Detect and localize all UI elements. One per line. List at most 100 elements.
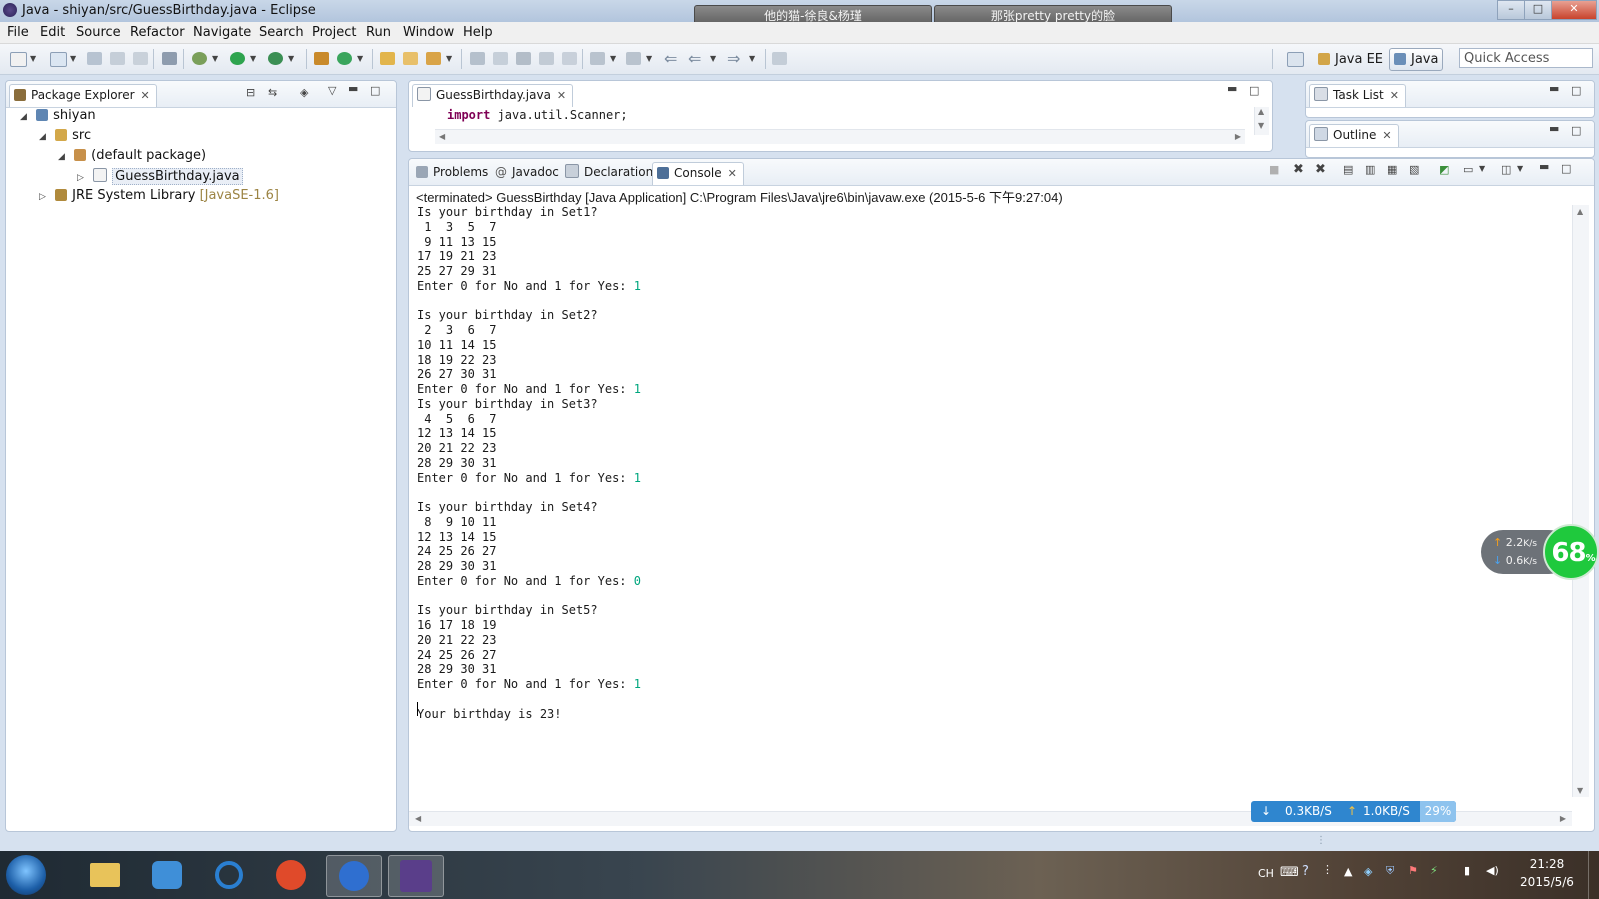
tab-package-explorer[interactable]: Package Explorer ✕ [9,84,157,107]
menu-run[interactable]: Run [366,25,391,40]
new-class-icon[interactable] [337,52,352,65]
volume-icon[interactable]: ◀) [1486,864,1499,877]
chevron-down-icon[interactable]: ▼ [446,54,452,63]
menu-file[interactable]: File [7,25,29,40]
taskbar-sogou[interactable] [326,855,382,897]
mark-occurrences-icon[interactable] [516,52,531,65]
flag-icon[interactable]: ⚑ [1408,864,1418,877]
chevron-down-icon[interactable]: ▼ [212,54,218,63]
tree-item-src[interactable]: ◢ src [39,128,91,143]
forward-icon[interactable]: ⇒ [727,49,740,68]
save-icon[interactable] [87,52,102,65]
clock-date[interactable]: 2015/5/6 [1512,875,1582,889]
chevron-down-icon[interactable]: ▼ [30,54,36,63]
console-output[interactable]: Is your birthday in Set1? 1 3 5 7 9 11 1… [417,205,641,721]
show-on-stdout-icon[interactable]: ▦ [1387,163,1397,176]
display-console-icon[interactable]: ▭ [1463,163,1473,176]
menu-help[interactable]: Help [463,25,493,40]
taskbar-explorer[interactable] [78,855,132,895]
scroll-right-icon[interactable]: ▶ [1560,814,1566,823]
tab-declaration[interactable]: Declaration [561,162,659,184]
tab-task-list[interactable]: Task List ✕ [1309,84,1406,107]
chevron-down-icon[interactable]: ▼ [1517,164,1523,173]
chevron-down-icon[interactable]: ▼ [710,54,716,63]
minimize-view-icon[interactable]: ▬ [1549,122,1559,135]
new-icon[interactable] [10,52,27,67]
console-vscrollbar[interactable]: ▲ ▼ [1572,205,1589,797]
terminate-icon[interactable]: ■ [1269,163,1279,176]
taskbar-java-ee-ide[interactable] [388,855,444,897]
editor-vscrollbar[interactable]: ▲ ▼ [1254,107,1269,135]
minimize-button[interactable]: – [1497,0,1525,20]
chevron-down-icon[interactable]: ▼ [646,54,652,63]
remove-all-terminated-icon[interactable]: ✖ [1315,162,1326,177]
help-icon[interactable]: ? [1302,864,1309,879]
tab-editor-guessbirthday[interactable]: GuessBirthday.java ✕ [412,84,574,107]
scroll-up-icon[interactable]: ▲ [1577,207,1583,216]
maximize-button[interactable]: □ [1524,0,1552,20]
scroll-left-icon[interactable]: ◀ [415,814,421,823]
debug-icon[interactable] [192,52,207,65]
start-button[interactable] [6,855,46,895]
chevron-down-icon[interactable]: ▼ [70,54,76,63]
keyboard-icon[interactable]: ⌨ [1280,865,1299,880]
close-icon[interactable]: ✕ [1382,129,1391,142]
close-icon[interactable]: ✕ [728,167,737,180]
open-type-icon[interactable] [380,52,395,65]
tree-item-jre-library[interactable]: ▷ JRE System Library [JavaSE-1.6] [39,188,279,203]
input-method-indicator[interactable]: CH [1258,867,1274,880]
security-shield-icon[interactable]: ⛨ [1386,864,1394,878]
tab-problems[interactable]: Problems [412,162,494,184]
menu-refactor[interactable]: Refactor [130,25,185,40]
chevron-down-icon[interactable]: ▼ [288,54,294,63]
maximize-view-icon[interactable]: □ [1571,124,1581,137]
minimize-view-icon[interactable]: ▬ [1539,160,1549,173]
show-on-stderr-icon[interactable]: ▧ [1409,163,1419,176]
tab-outline[interactable]: Outline ✕ [1309,124,1399,147]
power-icon[interactable]: ⚡ [1430,864,1438,877]
chevron-down-icon[interactable]: ▼ [250,54,256,63]
chevron-down-icon[interactable]: ▼ [749,54,755,63]
skip-breakpoints-icon[interactable] [162,52,177,65]
close-icon[interactable]: ✕ [1390,89,1399,102]
menu-source[interactable]: Source [76,25,121,40]
options-icon[interactable]: ⋮ [1322,863,1333,876]
remove-launch-icon[interactable]: ✖ [1293,162,1304,177]
chevron-down-icon[interactable]: ▼ [357,54,363,63]
menu-search[interactable]: Search [259,25,304,40]
next-edit-icon[interactable] [590,52,605,65]
close-icon[interactable]: ✕ [557,89,566,102]
close-icon[interactable]: ✕ [141,89,150,102]
perspective-java-ee[interactable]: Java EE [1313,48,1388,71]
menu-project[interactable]: Project [312,25,356,40]
menu-edit[interactable]: Edit [40,25,65,40]
new-java-project-icon[interactable] [314,52,329,65]
menu-navigate[interactable]: Navigate [193,25,251,40]
expand-icon[interactable]: ◢ [58,152,70,162]
collapse-all-icon[interactable]: ⊟ [246,86,255,99]
coverage-icon[interactable] [268,52,283,65]
scroll-down-icon[interactable]: ▼ [1577,786,1583,795]
block-selection-icon[interactable] [539,52,554,65]
focus-task-icon[interactable]: ◈ [300,86,308,99]
network-monitor-widget[interactable]: ↑ 2.2K/s ↓ 0.6K/s 68% [1481,524,1599,580]
quick-access-input[interactable]: Quick Access [1459,48,1593,68]
expand-icon[interactable]: ▷ [39,192,51,202]
clock-time[interactable]: 21:28 [1512,857,1582,871]
transfer-status[interactable]: ↓ 0.3KB/S ↑ 1.0KB/S 29% [1251,801,1456,822]
memory-usage-ring[interactable]: 68% [1543,524,1599,580]
link-with-editor-icon[interactable]: ⇆ [268,86,277,99]
next-annotation-icon[interactable] [470,52,485,65]
editor-hscrollbar[interactable]: ◀ ▶ [435,129,1245,144]
maximize-view-icon[interactable]: □ [1249,84,1259,97]
scroll-left-icon[interactable]: ◀ [439,132,445,141]
run-icon[interactable] [230,52,245,65]
maximize-view-icon[interactable]: □ [1561,162,1571,175]
tab-console[interactable]: Console ✕ [652,162,744,185]
back-icon[interactable]: ⇐ [688,49,701,68]
new-package-icon[interactable] [50,52,67,67]
network-shield-icon[interactable]: ◈ [1364,865,1372,878]
pin-editor-icon[interactable] [772,52,787,65]
show-whitespace-icon[interactable] [562,52,577,65]
signal-icon[interactable]: ▮ [1464,864,1470,877]
